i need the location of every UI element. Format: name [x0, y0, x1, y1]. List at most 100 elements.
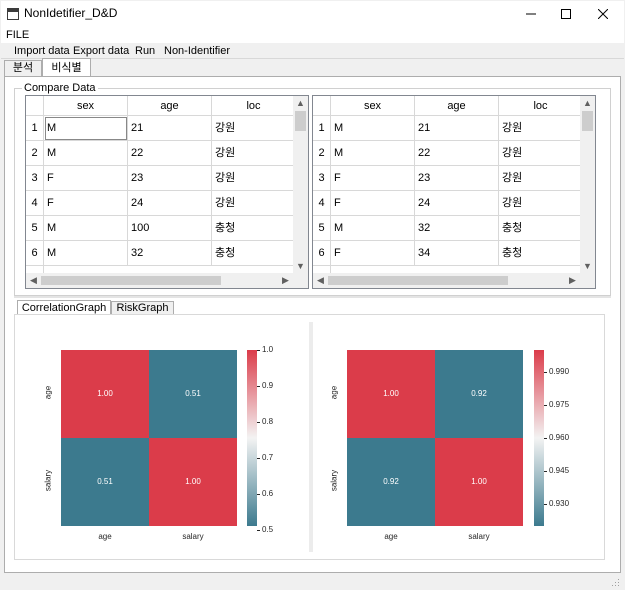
table-cell[interactable]: 충청 [499, 216, 583, 241]
scroll-thumb[interactable] [295, 111, 306, 131]
left-row-header[interactable]: 6 [26, 241, 44, 266]
chart1-colorbar-tick [257, 529, 260, 531]
table-cell[interactable]: 32 [415, 216, 499, 241]
chart1-cell-age-salary: 0.51 [149, 350, 237, 438]
table-cell[interactable]: 강원 [212, 141, 296, 166]
scroll-right-icon[interactable]: ▶ [278, 273, 293, 288]
menu-file[interactable]: FILE [6, 29, 29, 41]
scroll-up-icon[interactable]: ▲ [293, 96, 308, 111]
splitter[interactable] [14, 296, 611, 298]
right-col-header-loc[interactable]: loc [499, 96, 583, 116]
table-cell[interactable]: 21 [128, 116, 212, 141]
table-cell[interactable]: 22 [415, 141, 499, 166]
resize-grip-icon[interactable] [610, 577, 620, 587]
scroll-thumb[interactable] [41, 276, 221, 285]
left-vertical-scrollbar[interactable]: ▲ ▼ [293, 96, 308, 274]
table-cell[interactable]: M [44, 241, 128, 266]
right-row-header[interactable]: 4 [313, 191, 331, 216]
table-cell[interactable]: M [331, 216, 415, 241]
table-cell[interactable]: 32 [128, 241, 212, 266]
table-cell[interactable]: 34 [415, 241, 499, 266]
tab-correlation-graph[interactable]: CorrelationGraph [17, 300, 111, 315]
left-header-corner [26, 96, 44, 116]
scroll-thumb[interactable] [582, 111, 593, 131]
chart2-x-tick-label: age [384, 532, 398, 541]
table-cell[interactable]: 강원 [499, 166, 583, 191]
chart2-colorbar-tick-label: 0.990 [549, 367, 570, 376]
chart1-colorbar-tick [257, 421, 260, 423]
minimize-icon [526, 13, 536, 15]
chart1-colorbar-tick-label: 1.0 [262, 345, 274, 354]
right-row-header[interactable]: 5 [313, 216, 331, 241]
left-horizontal-scrollbar[interactable]: ◀ ▶ [26, 273, 308, 288]
chart1-colorbar-tick-label: 0.6 [262, 488, 274, 498]
chart1-colorbar-tick-label: 0.5 [262, 524, 274, 534]
right-col-header-age[interactable]: age [415, 96, 499, 116]
table-cell[interactable]: F [331, 166, 415, 191]
right-row-header[interactable]: 3 [313, 166, 331, 191]
scroll-right-icon[interactable]: ▶ [565, 273, 580, 288]
table-cell[interactable]: F [44, 166, 128, 191]
table-cell[interactable]: 강원 [212, 191, 296, 216]
table-cell[interactable]: 강원 [499, 141, 583, 166]
table-cell[interactable]: M [331, 141, 415, 166]
right-data-table[interactable]: sex age loc 1 M 21 강원 2 M 22 강원 3 F 23 강원 4 F 24 강원 5 M 32 충청 6… [312, 95, 596, 289]
table-cell[interactable]: 21 [415, 116, 499, 141]
left-col-header-sex[interactable]: sex [44, 96, 128, 116]
tab-deidentify[interactable]: 비식별 [42, 58, 91, 77]
right-col-header-sex[interactable]: sex [331, 96, 415, 116]
left-col-header-loc[interactable]: loc [212, 96, 296, 116]
left-col-header-age[interactable]: age [128, 96, 212, 116]
right-header-corner [313, 96, 331, 116]
table-cell[interactable]: 충청 [499, 241, 583, 266]
table-cell[interactable]: M [44, 116, 128, 141]
chart2-colorbar-tick [544, 372, 547, 373]
table-cell[interactable]: M [331, 116, 415, 141]
table-cell[interactable]: 24 [415, 191, 499, 216]
chart2-cell-age-age: 1.00 [347, 350, 435, 438]
close-button[interactable] [580, 1, 625, 27]
non-identifier-button[interactable]: Non-Identifier [164, 45, 230, 57]
right-row-header[interactable]: 2 [313, 141, 331, 166]
table-cell[interactable]: 강원 [212, 166, 296, 191]
chart2-colorbar-tick [544, 471, 547, 472]
left-data-table[interactable]: sex age loc 1 M 21 강원 2 M 22 강원 3 F 23 강원 4 F 24 강원 5 M 100 충청… [25, 95, 309, 289]
left-row-header[interactable]: 4 [26, 191, 44, 216]
table-cell[interactable]: 23 [128, 166, 212, 191]
scroll-down-icon[interactable]: ▼ [293, 259, 308, 274]
scroll-left-icon[interactable]: ◀ [313, 273, 328, 288]
table-cell[interactable]: 강원 [499, 116, 583, 141]
table-cell[interactable]: M [44, 141, 128, 166]
chart1-colorbar-tick [257, 457, 260, 459]
table-cell[interactable]: 강원 [212, 116, 296, 141]
export-data-button[interactable]: Export data [73, 45, 129, 57]
right-horizontal-scrollbar[interactable]: ◀ ▶ [313, 273, 595, 288]
table-cell[interactable]: M [44, 216, 128, 241]
left-row-header[interactable]: 2 [26, 141, 44, 166]
scroll-left-icon[interactable]: ◀ [26, 273, 41, 288]
table-cell[interactable]: 22 [128, 141, 212, 166]
left-row-header[interactable]: 3 [26, 166, 44, 191]
left-row-header[interactable]: 5 [26, 216, 44, 241]
table-cell[interactable]: 24 [128, 191, 212, 216]
table-cell[interactable]: F [44, 191, 128, 216]
table-cell[interactable]: 충청 [212, 241, 296, 266]
scroll-thumb[interactable] [328, 276, 508, 285]
table-cell[interactable]: 100 [128, 216, 212, 241]
run-button[interactable]: Run [135, 45, 155, 57]
chart2-cell-salary-salary: 1.00 [435, 438, 523, 526]
left-row-header[interactable]: 1 [26, 116, 44, 141]
table-cell[interactable]: 23 [415, 166, 499, 191]
right-row-header[interactable]: 1 [313, 116, 331, 141]
tab-risk-graph[interactable]: RiskGraph [111, 301, 174, 315]
table-cell[interactable]: 강원 [499, 191, 583, 216]
scroll-down-icon[interactable]: ▼ [580, 259, 595, 274]
right-vertical-scrollbar[interactable]: ▲ ▼ [580, 96, 595, 274]
scroll-up-icon[interactable]: ▲ [580, 96, 595, 111]
import-data-button[interactable]: Import data [14, 45, 70, 57]
tab-analysis[interactable]: 분석 [4, 60, 42, 76]
table-cell[interactable]: F [331, 191, 415, 216]
table-cell[interactable]: 충청 [212, 216, 296, 241]
right-row-header[interactable]: 6 [313, 241, 331, 266]
table-cell[interactable]: F [331, 241, 415, 266]
